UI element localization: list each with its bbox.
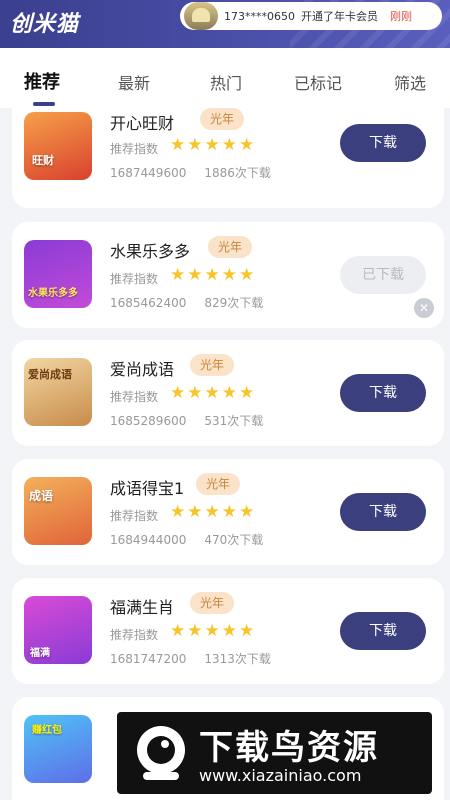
site-watermark: 下载鸟资源 www.xiazainiao.com (117, 712, 432, 794)
app-meta: 1685289600 531次下载 (110, 412, 263, 429)
notice-time: 刚刚 (390, 10, 412, 23)
rating-label: 推荐指数 (110, 142, 159, 156)
app-icon: 水果乐多多 (24, 240, 92, 308)
app-id: 1684944000 (110, 533, 187, 547)
list-item[interactable]: 成语 成语得宝1 光年 推荐指数 ★★★★★ 1684944000 470次下载 … (12, 459, 444, 565)
app-badge: 光年 (190, 592, 235, 614)
rating-stars: ★★★★★ (170, 621, 257, 641)
app-icon: 旺财 (24, 112, 92, 180)
app-badge: 光年 (190, 354, 235, 376)
download-count: 470次下载 (204, 533, 264, 547)
top-header: 创米猫 173****0650 开通了年卡会员 刚刚 (0, 0, 450, 48)
app-name: 成语得宝1 (110, 479, 185, 498)
rating-stars: ★★★★★ (170, 265, 257, 285)
app-name: 爱尚成语 (110, 360, 175, 379)
list-item[interactable]: 水果乐多多 水果乐多多 光年 推荐指数 ★★★★★ 1685462400 829次… (12, 222, 444, 328)
tab-filter[interactable]: 筛选 (394, 70, 426, 94)
rating-label: 推荐指数 (110, 509, 159, 523)
download-button[interactable]: 下载 (340, 612, 426, 650)
app-name: 水果乐多多 (110, 242, 191, 261)
active-tab-indicator (33, 102, 55, 106)
app-icon: 赚红包 (24, 715, 92, 783)
tab-marked[interactable]: 已标记 (294, 70, 342, 94)
download-button[interactable]: 下载 (340, 374, 426, 412)
list-item[interactable]: 爱尚成语 爱尚成语 光年 推荐指数 ★★★★★ 1685289600 531次下载… (12, 340, 444, 446)
tab-hot[interactable]: 热门 (210, 70, 242, 94)
app-badge: 光年 (196, 473, 241, 495)
user-avatar (184, 2, 218, 30)
category-tabs: 推荐 最新 热门 已标记 筛选 (0, 48, 450, 108)
download-count: 531次下载 (204, 414, 264, 428)
app-list: 旺财 开心旺财 光年 推荐指数 ★★★★★ 1687449600 1886次下载 … (0, 108, 450, 800)
download-button[interactable]: 下载 (340, 493, 426, 531)
list-item[interactable]: 福满 福满生肖 光年 推荐指数 ★★★★★ 1681747200 1313次下载 … (12, 578, 444, 684)
bird-logo-icon (137, 726, 185, 780)
rating-stars: ★★★★★ (170, 502, 257, 522)
app-meta: 1684944000 470次下载 (110, 531, 263, 548)
app-name: 开心旺财 (110, 114, 175, 133)
app-id: 1687449600 (110, 166, 187, 180)
close-icon[interactable]: ✕ (414, 298, 434, 318)
tab-latest[interactable]: 最新 (118, 70, 150, 94)
watermark-url: www.xiazainiao.com (199, 766, 362, 785)
membership-notice[interactable]: 173****0650 开通了年卡会员 刚刚 (180, 2, 442, 30)
download-button[interactable]: 下载 (340, 124, 426, 162)
rating-label: 推荐指数 (110, 628, 159, 642)
app-meta: 1681747200 1313次下载 (110, 650, 271, 667)
download-count: 1886次下载 (204, 166, 271, 180)
app-icon: 成语 (24, 477, 92, 545)
app-name: 福满生肖 (110, 598, 175, 617)
app-icon: 福满 (24, 596, 92, 664)
app-meta: 1685462400 829次下载 (110, 294, 263, 311)
app-logo: 创米猫 (10, 12, 80, 37)
rating-label: 推荐指数 (110, 390, 159, 404)
app-badge: 光年 (200, 108, 245, 130)
rating-stars: ★★★★★ (170, 135, 257, 155)
app-id: 1685289600 (110, 414, 187, 428)
list-item[interactable]: 旺财 开心旺财 光年 推荐指数 ★★★★★ 1687449600 1886次下载 … (12, 108, 444, 208)
download-count: 829次下载 (204, 296, 264, 310)
downloaded-button[interactable]: 已下载 (340, 256, 426, 294)
tab-recommended[interactable]: 推荐 (24, 68, 60, 94)
app-badge: 光年 (208, 236, 253, 258)
rating-label: 推荐指数 (110, 272, 159, 286)
notice-phone: 173****0650 (224, 9, 295, 23)
app-icon: 爱尚成语 (24, 358, 92, 426)
download-count: 1313次下载 (204, 652, 271, 666)
app-id: 1685462400 (110, 296, 187, 310)
rating-stars: ★★★★★ (170, 383, 257, 403)
notice-message: 开通了年卡会员 (301, 10, 378, 23)
app-id: 1681747200 (110, 652, 187, 666)
watermark-title: 下载鸟资源 (199, 728, 379, 768)
app-meta: 1687449600 1886次下载 (110, 164, 271, 181)
